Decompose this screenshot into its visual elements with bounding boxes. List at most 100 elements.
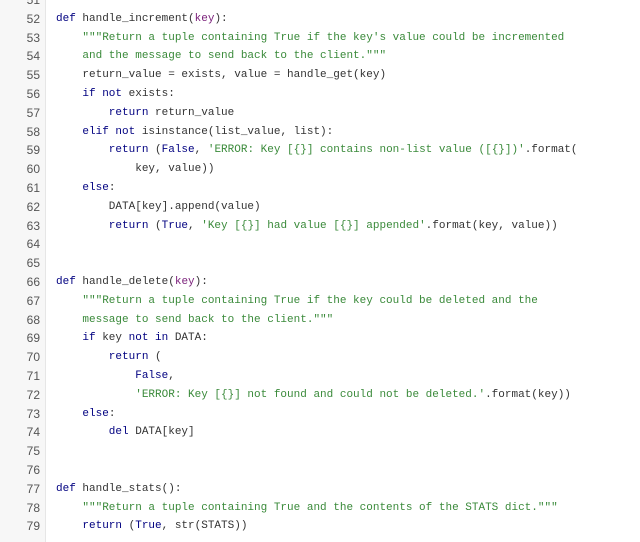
line-number: 74	[26, 425, 40, 440]
line-number: 54	[26, 49, 40, 64]
code-text: return (True, str(STATS))	[56, 517, 247, 536]
code-line[interactable]: 54 and the message to send back to the c…	[0, 47, 640, 66]
code-token: .format(key))	[485, 388, 571, 401]
code-line[interactable]: 65	[0, 254, 640, 273]
line-number: 75	[26, 444, 40, 459]
code-text: return (False, 'ERROR: Key [{}] contains…	[56, 141, 578, 160]
keyword-token: return	[56, 106, 149, 119]
code-line[interactable]: 53 """Return a tuple containing True if …	[0, 29, 640, 48]
keyword-token: return	[56, 144, 149, 157]
line-number: 79	[26, 519, 40, 534]
code-line[interactable]: 76	[0, 461, 640, 480]
keyword-token: return	[56, 219, 149, 232]
code-line[interactable]: 68 message to send back to the client.""…	[0, 311, 640, 330]
line-number: 78	[26, 500, 40, 515]
code-text: message to send back to the client."""	[56, 311, 333, 330]
code-line[interactable]: 59 return (False, 'ERROR: Key [{}] conta…	[0, 141, 640, 160]
code-token: DATA:	[168, 332, 208, 345]
keyword-token: return	[56, 520, 123, 533]
line-number: 65	[26, 256, 40, 271]
code-line[interactable]: 58 elif not isinstance(list_value, list)…	[0, 123, 640, 142]
code-line[interactable]: 74 del DATA[key]	[0, 423, 640, 442]
code-line[interactable]: 64	[0, 235, 640, 254]
code-token: DATA[key].append(value)	[56, 200, 261, 213]
code-line[interactable]: 57 return return_value	[0, 104, 640, 123]
code-line[interactable]: 60 key, value))	[0, 160, 640, 179]
code-text: """Return a tuple containing True if the…	[56, 292, 538, 311]
line-number: 67	[26, 293, 40, 308]
code-text: elif not isinstance(list_value, list):	[56, 123, 333, 142]
code-token: , str(STATS))	[161, 520, 248, 533]
code-text: if not exists:	[56, 85, 175, 104]
code-line[interactable]: 78 """Return a tuple containing True and…	[0, 499, 640, 518]
keyword-token: if	[56, 332, 96, 345]
code-token: (	[148, 144, 162, 157]
code-line[interactable]: 51	[0, 0, 640, 10]
code-line[interactable]: 71 False,	[0, 367, 640, 386]
code-text: and the message to send back to the clie…	[56, 47, 386, 66]
code-line[interactable]: 55 return_value = exists, value = handle…	[0, 66, 640, 85]
keyword-token: False	[161, 144, 195, 157]
code-line[interactable]: 69 if key not in DATA:	[0, 329, 640, 348]
keyword-token: def	[56, 12, 76, 25]
string-token: """Return a tuple containing True if the…	[82, 31, 565, 44]
code-line[interactable]: 61 else:	[0, 179, 640, 198]
code-token: ,	[168, 369, 175, 382]
keyword-token: if not	[56, 87, 123, 100]
code-token: .format(key, value))	[425, 219, 558, 232]
string-token: 'ERROR: Key [{}] contains non-list value…	[207, 144, 525, 157]
code-text: DATA[key].append(value)	[56, 198, 261, 217]
code-token: (	[122, 520, 136, 533]
line-number: 68	[26, 312, 40, 327]
line-number: 52	[26, 11, 40, 26]
keyword-token: else	[56, 407, 109, 420]
code-token: handle_increment(	[75, 12, 195, 25]
code-token: exists:	[122, 87, 175, 100]
keyword-token: return	[56, 351, 149, 364]
code-line[interactable]: 70 return (	[0, 348, 640, 367]
string-token: """Return a tuple containing True and th…	[56, 501, 558, 514]
code-line[interactable]: 52 def handle_increment(key):	[0, 10, 640, 29]
keyword-token: False	[56, 369, 169, 382]
line-number: 53	[26, 30, 40, 45]
code-line[interactable]: 72 'ERROR: Key [{}] not found and could …	[0, 386, 640, 405]
code-line[interactable]: 62 DATA[key].append(value)	[0, 198, 640, 217]
line-number: 70	[26, 350, 40, 365]
line-number: 51	[26, 0, 40, 7]
code-text: del DATA[key]	[56, 423, 195, 442]
code-token: :	[108, 181, 116, 194]
keyword-token: elif not	[56, 125, 136, 138]
code-line[interactable]: 67 """Return a tuple containing True if …	[0, 292, 640, 311]
line-number: 63	[26, 218, 40, 233]
code-line[interactable]: 66 def handle_delete(key):	[0, 273, 640, 292]
code-text: def handle_increment(key):	[56, 10, 228, 29]
code-editor[interactable]: 51 52 def handle_increment(key): 53 """Retu…	[0, 0, 640, 536]
line-number: 62	[26, 199, 40, 214]
keyword-token: True	[135, 520, 162, 533]
code-text: def handle_stats():	[56, 480, 181, 499]
code-text: """Return a tuple containing True and th…	[56, 499, 558, 518]
code-line[interactable]: 75	[0, 442, 640, 461]
code-line[interactable]: 73 else:	[0, 405, 640, 424]
parameter-token: key	[174, 275, 195, 288]
keyword-token: del	[56, 426, 129, 439]
code-token: (	[148, 351, 162, 364]
line-number: 56	[26, 86, 40, 101]
code-token: key	[95, 332, 129, 345]
code-text: return (True, 'Key [{}] had value [{}] a…	[56, 217, 558, 236]
code-line[interactable]: 77 def handle_stats():	[0, 480, 640, 499]
line-number: 76	[26, 462, 40, 477]
string-token: message to send back to the client."""	[56, 313, 334, 326]
line-number: 71	[26, 368, 40, 383]
code-line[interactable]: 56 if not exists:	[0, 85, 640, 104]
code-text: key, value))	[56, 160, 214, 179]
code-text: 'ERROR: Key [{}] not found and could not…	[56, 386, 571, 405]
code-text: return (	[56, 348, 162, 367]
code-token: isinstance(list_value, list):	[135, 125, 334, 138]
code-line[interactable]: 63 return (True, 'Key [{}] had value [{}…	[0, 217, 640, 236]
parameter-token: key	[194, 12, 215, 25]
code-line[interactable]: 79 return (True, str(STATS))	[0, 517, 640, 536]
line-number: 58	[26, 124, 40, 139]
keyword-token: True	[161, 219, 189, 232]
